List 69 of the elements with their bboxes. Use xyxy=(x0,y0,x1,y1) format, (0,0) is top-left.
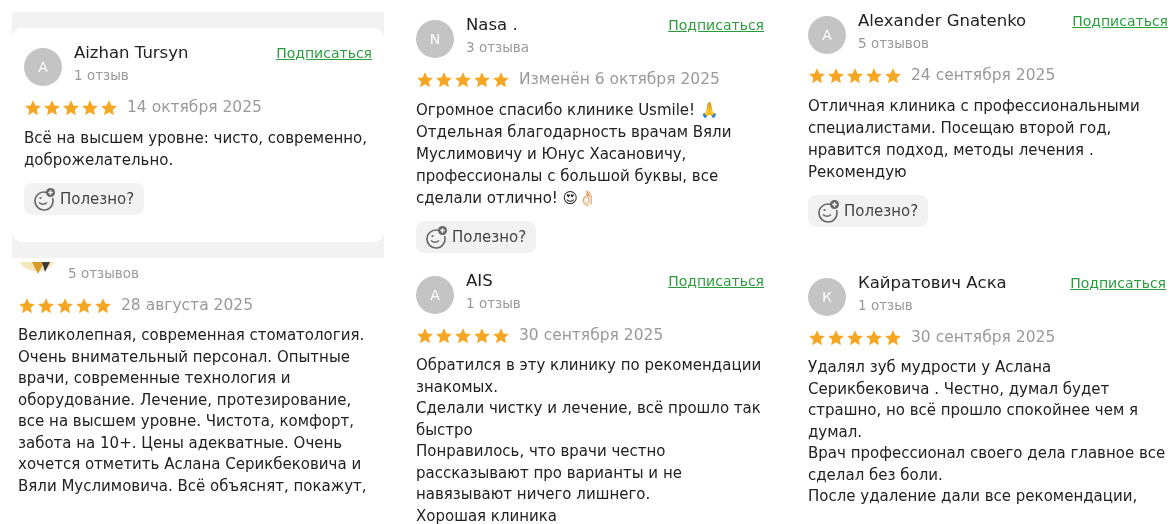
star-icon xyxy=(37,296,55,315)
review-date: 28 августа 2025 xyxy=(121,295,254,316)
subscribe-link[interactable]: Подписаться xyxy=(668,270,764,292)
helpful-button[interactable]: Полезно? xyxy=(808,195,929,228)
star-icon xyxy=(18,296,36,315)
review-count: 1 отзыв xyxy=(858,296,914,315)
author-name: AIS xyxy=(466,270,494,292)
review-count: 1 отзыв xyxy=(74,66,130,85)
star-icon xyxy=(43,98,61,117)
star-icon xyxy=(435,326,453,345)
star-icon xyxy=(808,328,826,347)
star-icon xyxy=(473,70,491,89)
star-icon xyxy=(56,296,74,315)
avatar: N xyxy=(416,20,454,58)
subscribe-link[interactable]: Подписаться xyxy=(1070,272,1166,294)
star-icon xyxy=(492,326,510,345)
helpful-button[interactable]: Полезно? xyxy=(24,183,145,216)
review-text: Всё на высшем уровне: чисто, современно, доброжелательно. xyxy=(24,128,368,172)
star-icon xyxy=(865,328,883,347)
review-text: Отличная клиника с профессиональными специалистами. Посещаю второй год, нравится подход, методы лечения . Рекомендую xyxy=(808,96,1141,184)
review-date: 30 сентября 2025 xyxy=(519,325,664,346)
author-name: Кайратович Аска xyxy=(858,272,1007,294)
star-icon xyxy=(454,70,472,89)
star-icon xyxy=(94,296,112,315)
review-date: Изменён 6 октября 2025 xyxy=(519,69,720,90)
star-icon xyxy=(884,66,902,85)
avatar: A xyxy=(808,16,846,54)
helpful-button[interactable]: Полезно? xyxy=(416,221,537,254)
star-icon xyxy=(435,70,453,89)
star-icon xyxy=(865,66,883,85)
star-icon xyxy=(846,66,864,85)
star-icon xyxy=(492,70,510,89)
avatar: К xyxy=(808,278,846,316)
star-icon xyxy=(62,98,80,117)
star-icon xyxy=(846,328,864,347)
review-date: 14 октября 2025 xyxy=(127,97,262,118)
star-icon xyxy=(827,328,845,347)
star-icon xyxy=(416,70,434,89)
review-text: Огромное спасибо клинике Usmile! 🙏 Отдельная благодарность врачам Вяли Муслимовичу и Юнус Хасановичу, профессионалы с большой буквы, все сделали отлично! 😍👌🏻 xyxy=(416,100,733,210)
subscribe-link[interactable]: Подписаться xyxy=(1072,10,1168,32)
star-icon xyxy=(473,326,491,345)
smiley-add-icon xyxy=(816,199,840,224)
star-icon xyxy=(24,98,42,117)
author-name: Alexander Gnatenko xyxy=(858,10,1027,32)
review-date: 24 сентября 2025 xyxy=(911,65,1056,86)
review-text: Удалял зуб мудрости у Аслана Серикбековича . Честно, думал будет страшно, но всё прошло спокойнее чем я думал. Врач профессионал своего дела главное все сделал без боли. После удаление дали все рекомендации, xyxy=(808,357,1166,508)
star-icon xyxy=(75,296,93,315)
review-count: 5 отзывов xyxy=(858,34,930,53)
review-text: Обратился в эту клинику по рекомендации знакомых. Сделали чистку и лечение, всё прошло так быстро Понравилось, что врачи честно рассказывают про варианты и не навязывают ничего лишнего. Хорошая клиника xyxy=(416,355,763,524)
star-icon xyxy=(827,66,845,85)
author-name: Aizhan Tursyn xyxy=(74,42,189,64)
star-icon xyxy=(100,98,118,117)
review-date: 30 сентября 2025 xyxy=(911,327,1056,348)
star-icon xyxy=(808,66,826,85)
review-count: 1 отзыв xyxy=(466,294,521,313)
star-icon xyxy=(81,98,99,117)
smiley-add-icon xyxy=(32,187,56,212)
avatar: A xyxy=(24,48,62,86)
author-name: Nasa . xyxy=(466,14,519,36)
review-text: Великолепная, современная стоматология. Очень внимательный персонал. Опытные врачи, современные технология и оборудование. Лечение, протезирование, все на высшем уровне. Чистота, комфорт, забота на 10+. Цены адекватные. Очень хочется отметить Аслана Серикбековича и Вяли Муслимовича. Всё объяснят, покажут, xyxy=(18,325,368,497)
smiley-add-icon xyxy=(424,225,448,250)
review-count: 3 отзыва xyxy=(466,38,530,57)
star-icon xyxy=(416,326,434,345)
subscribe-link[interactable]: Подписаться xyxy=(668,14,764,36)
review-count: 5 отзывов xyxy=(68,264,139,283)
star-icon xyxy=(884,328,902,347)
subscribe-link[interactable]: Подписаться xyxy=(276,42,372,64)
avatar: A xyxy=(416,276,454,314)
star-icon xyxy=(454,326,472,345)
